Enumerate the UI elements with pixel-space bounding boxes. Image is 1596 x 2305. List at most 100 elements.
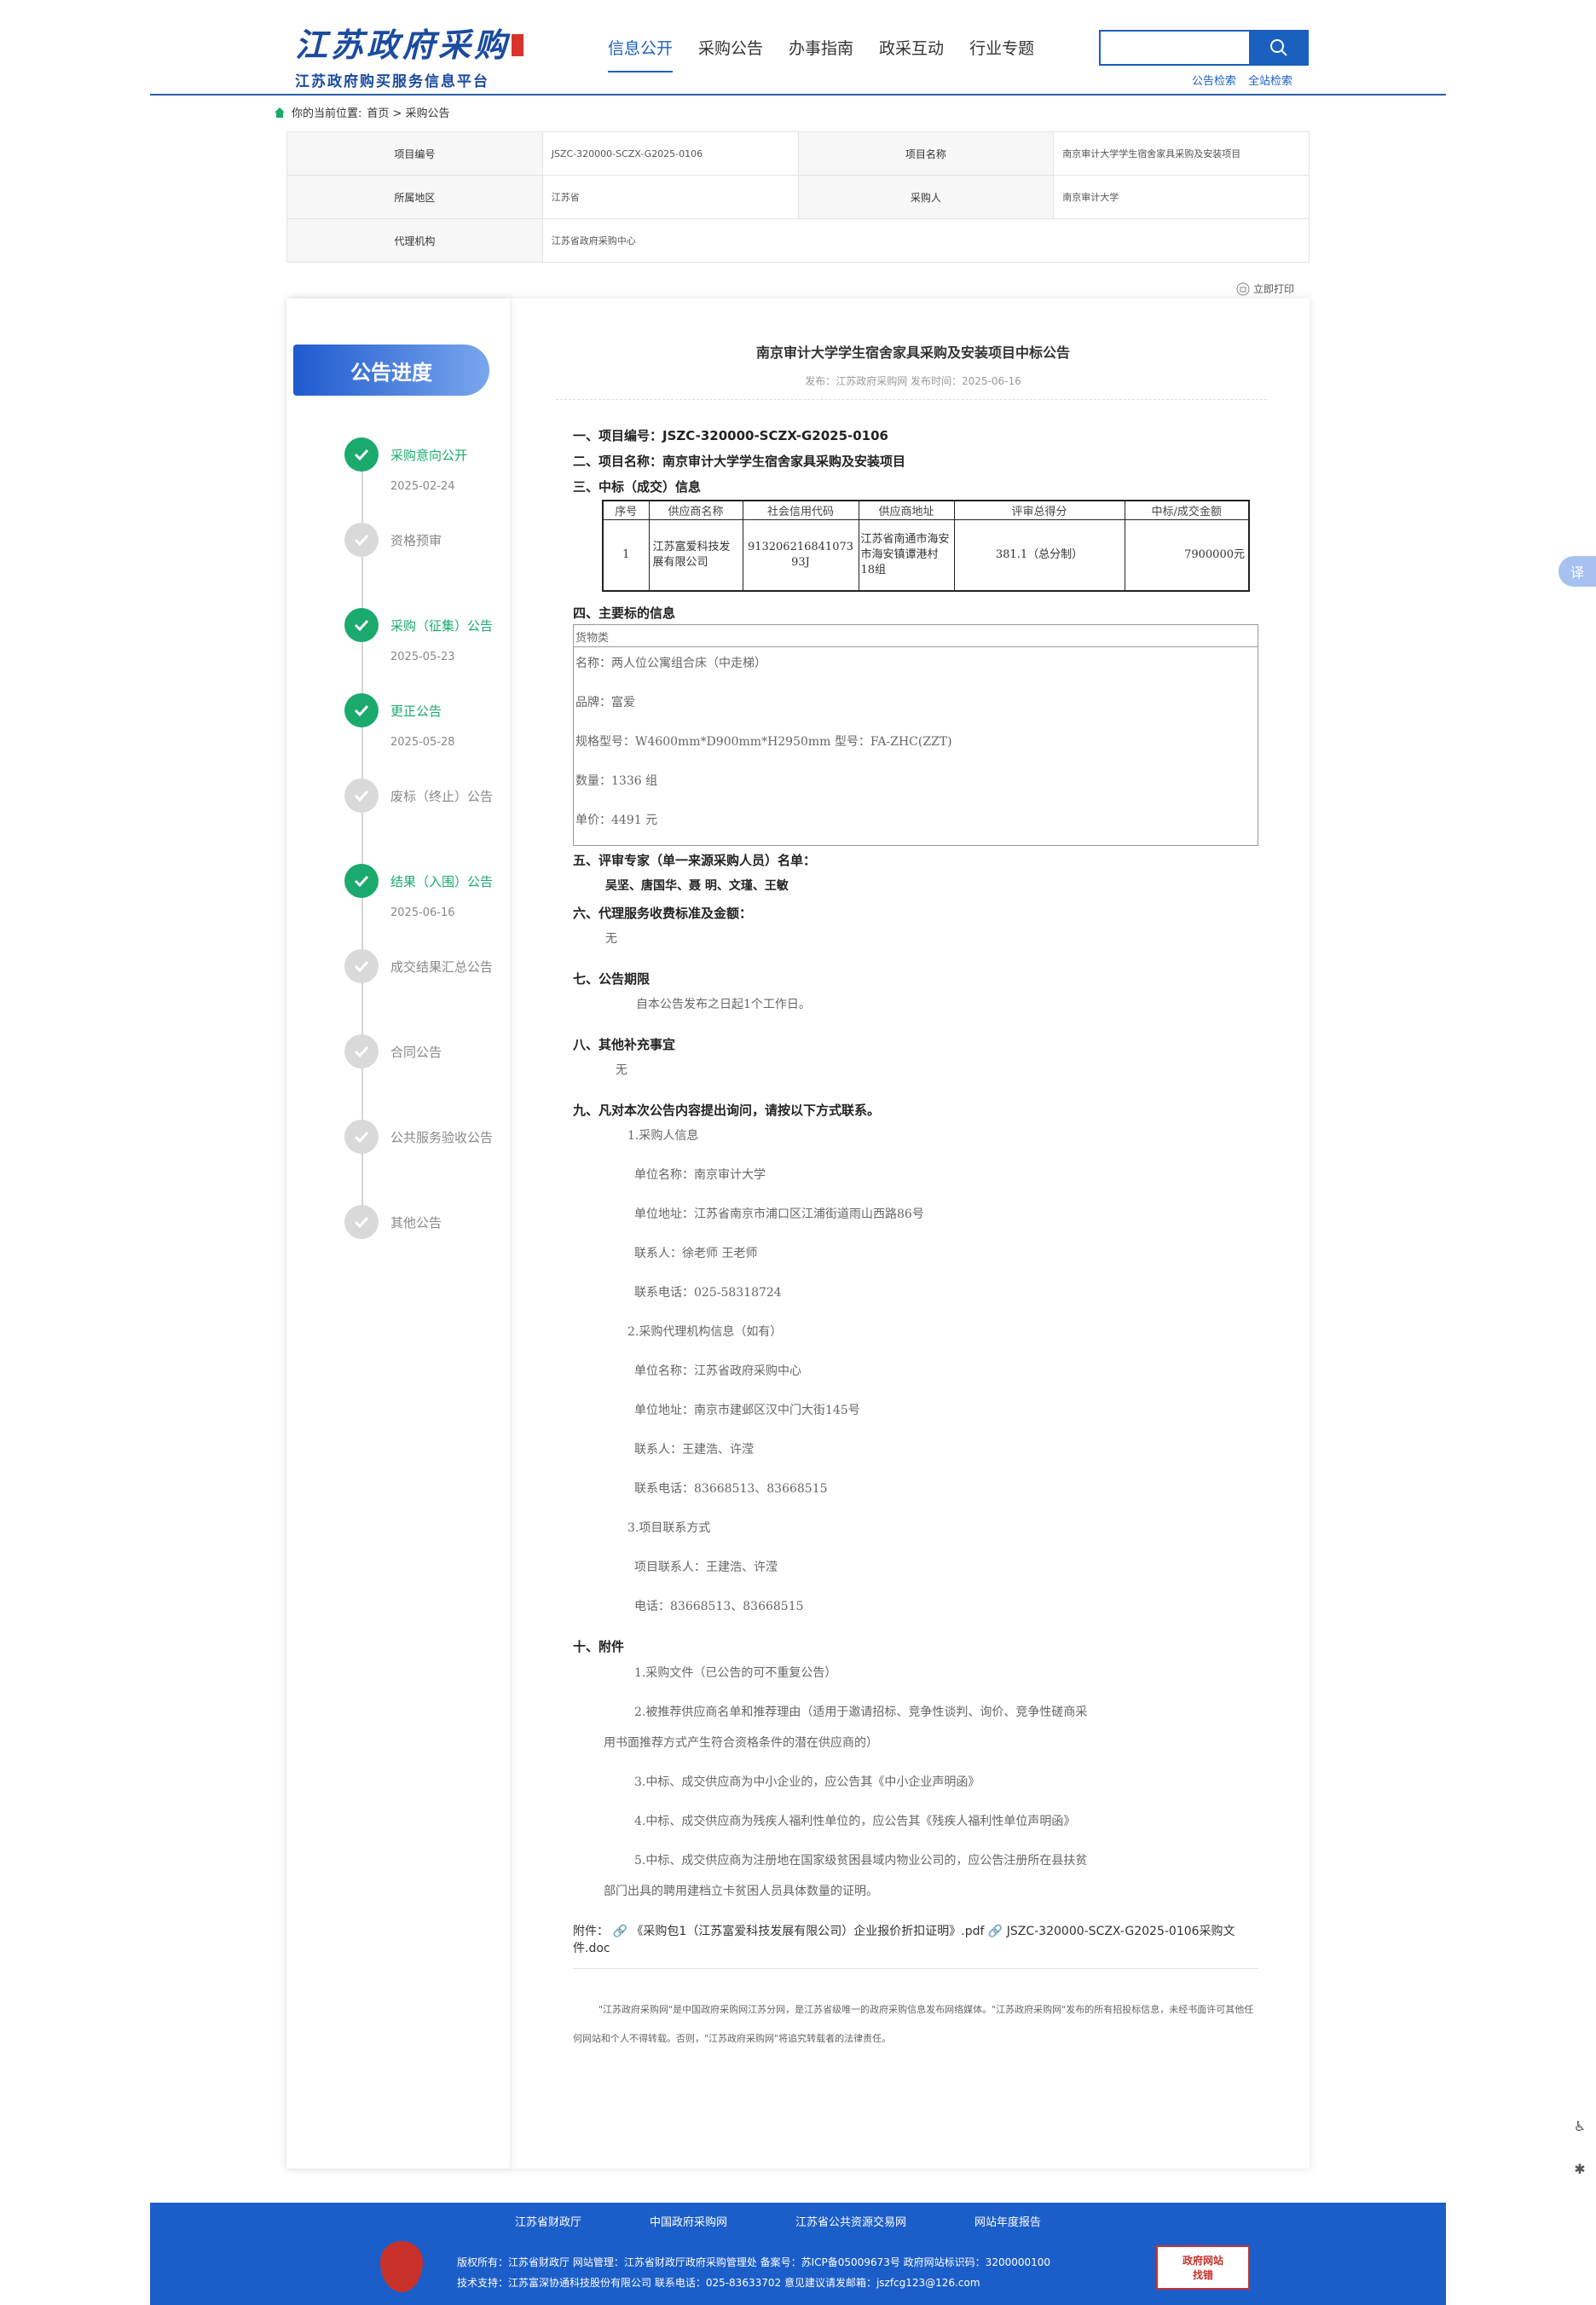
step-label: 合同公告: [390, 1045, 442, 1060]
contact-buyer-heading: 1.采购人信息: [627, 1129, 699, 1143]
paperclip-icon: 🔗: [987, 1925, 1003, 1938]
goods-category: 货物类: [574, 625, 1258, 647]
step-date: 2025-02-24: [390, 480, 455, 493]
announcement-title: 南京审计大学学生宿舍家具采购及安装项目中标公告: [755, 345, 1070, 361]
col-credit-code: 社会信用代码: [742, 500, 859, 520]
party-emblem-icon[interactable]: [380, 2241, 423, 2292]
main-nav: 信息公开 采购公告 办事指南 政采互动 行业专题: [608, 36, 1034, 72]
step-date: 2025-05-28: [390, 736, 455, 749]
col-address: 供应商地址: [858, 500, 955, 520]
region-label: 所属地区: [286, 175, 543, 219]
footer-link-finance[interactable]: 江苏省财政厅: [515, 2213, 581, 2229]
step-label: 资格预审: [390, 533, 442, 548]
footer-info: 版权所有：江苏省财政厅 网站管理：江苏省财政厅政府采购管理处 备案号：苏ICP备…: [457, 2252, 1050, 2293]
buyer-value: 南京审计大学: [1053, 175, 1310, 219]
attach-file-1[interactable]: 《采购包1（江苏富爱科技发展有限公司）企业报价折扣证明》.pdf: [631, 1925, 984, 1938]
accessibility-icon[interactable]: ♿: [1567, 2113, 1593, 2139]
contact-agency-name: 单位名称：江苏省政府采购中心: [634, 1364, 801, 1378]
site-footer: 江苏省财政厅 中国政府采购网 江苏省公共资源交易网 网站年度报告 版权所有：江苏…: [150, 2203, 1446, 2305]
period-value: 自本公告发布之日起1个工作日。: [636, 998, 811, 1011]
logo-main-text: 江苏政府采购: [295, 26, 511, 64]
step-date: 2025-05-23: [390, 651, 455, 663]
buyer-label: 采购人: [797, 175, 1055, 219]
experts-list: 吴坚、唐国华、聂 明、文瑾、王敏: [605, 879, 789, 893]
section-other: 八、其他补充事宜: [573, 1037, 676, 1052]
cell-amount: 7900000元: [1124, 518, 1250, 592]
attachment-links: 附件： 🔗 《采购包1（江苏富爱科技发展有限公司）企业报价折扣证明》.pdf 🔗…: [573, 1923, 1264, 1957]
attach-label: 附件：: [573, 1925, 609, 1938]
footer-link-report[interactable]: 网站年度报告: [974, 2213, 1041, 2229]
site-logo[interactable]: 江苏政府采购 江苏政府购买服务信息平台: [295, 19, 510, 90]
col-amount: 中标/成交金额: [1124, 500, 1250, 520]
cell-supplier: 江苏富爱科技发展有限公司: [648, 518, 743, 592]
translate-tab[interactable]: 译: [1558, 556, 1596, 587]
nav-guide[interactable]: 办事指南: [789, 36, 853, 72]
check-icon: [344, 523, 379, 557]
section-attachments: 十、附件: [573, 1639, 625, 1654]
disclaimer-text: "江苏政府采购网"是中国政府采购网江苏分网，是江苏省级唯一的政府采购信息发布网络…: [573, 2004, 1254, 2044]
logo-sub-text: 江苏政府购买服务信息平台: [295, 73, 489, 90]
notice-search-link[interactable]: 公告检索: [1192, 72, 1236, 88]
check-icon: [344, 437, 379, 472]
share-icon[interactable]: ✱: [1567, 2156, 1593, 2181]
goods-price: 单价：4491 元: [575, 814, 658, 827]
contact-agency-address: 单位地址：南京市建邺区汉中门大街145号: [634, 1404, 860, 1417]
search-input[interactable]: [1099, 30, 1249, 66]
print-label: 立即打印: [1253, 283, 1295, 295]
site-search-link[interactable]: 全站检索: [1248, 72, 1292, 88]
section-win-info: 三、中标（成交）信息: [573, 479, 702, 495]
col-no: 序号: [602, 500, 650, 520]
contact-agency-tel: 联系电话：83668513、83668515: [634, 1482, 828, 1496]
win-info-table: 序号 供应商名称 社会信用代码 供应商地址 评审总得分 中标/成交金额 1 江苏…: [602, 500, 1250, 592]
nav-info-public[interactable]: 信息公开: [608, 36, 674, 72]
footer-line-1: 版权所有：江苏省财政厅 网站管理：江苏省财政厅政府采购管理处 备案号：苏ICP备…: [457, 2256, 1051, 2268]
section-fee: 六、代理服务收费标准及金额：: [573, 906, 753, 921]
goods-box: 货物类 名称：两人位公寓组合床（中走梯） 品牌：富爱 规格型号：W4600mm*…: [573, 624, 1258, 846]
check-icon: [344, 1205, 379, 1239]
step-date: 2025-06-16: [390, 906, 455, 919]
print-button[interactable]: 立即打印: [1236, 281, 1294, 296]
contact-buyer-name: 单位名称：南京审计大学: [634, 1168, 766, 1182]
gov-site-error-badge[interactable]: 政府网站 找错: [1156, 2245, 1250, 2290]
breadcrumb-prefix: 你的当前位置:: [292, 107, 362, 120]
other-value: 无: [616, 1063, 627, 1077]
project-info-table: 项目编号 JSZC-320000-SCZX-G2025-0106 项目名称 南京…: [286, 131, 1310, 263]
att-item-5: 5.中标、成交供应商为注册地在国家级贫困县域内物业公司的，应公告注册所在县扶贫: [634, 1854, 1088, 1868]
nav-topics[interactable]: 行业专题: [969, 36, 1034, 72]
announcement-card: 公告进度 采购意向公开 2025-02-24 资格预审 采购（征集）公告 202…: [286, 298, 1310, 2169]
badge-bottom: 找错: [1192, 2269, 1213, 2281]
section-main-goods: 四、主要标的信息: [573, 605, 676, 621]
att-item-2-cont: 用书面推荐方式产生符合资格条件的潜在供应商的）: [604, 1736, 878, 1750]
contact-buyer-person: 联系人：徐老师 王老师: [634, 1247, 758, 1260]
cell-credit-code: 91320621684107393J: [742, 518, 859, 592]
search-icon: [1270, 39, 1287, 56]
progress-title: 公告进度: [293, 345, 489, 396]
logo-seal-icon: [512, 34, 523, 56]
footer-link-resources[interactable]: 江苏省公共资源交易网: [795, 2213, 906, 2229]
nav-procurement-notice[interactable]: 采购公告: [698, 36, 763, 72]
step-label: 废标（终止）公告: [390, 789, 494, 804]
check-icon: [344, 949, 379, 983]
check-icon: [344, 1120, 379, 1154]
section-period: 七、公告期限: [573, 971, 651, 987]
contact-project-heading: 3.项目联系方式: [627, 1521, 711, 1535]
search-button[interactable]: [1249, 30, 1309, 66]
table-row: 1 江苏富爱科技发展有限公司 91320621684107393J 江苏省南通市…: [602, 518, 1250, 592]
step-label: 成交结果汇总公告: [390, 959, 494, 975]
footer-links: 江苏省财政厅 中国政府采购网 江苏省公共资源交易网 网站年度报告: [515, 2213, 1109, 2229]
goods-brand: 品牌：富爱: [575, 696, 635, 709]
nav-interaction[interactable]: 政采互动: [879, 36, 944, 72]
breadcrumb-path[interactable]: 首页 > 采购公告: [367, 104, 449, 120]
footer-link-ccgp[interactable]: 中国政府采购网: [650, 2213, 727, 2229]
check-icon: [344, 779, 379, 813]
project-no-value: JSZC-320000-SCZX-G2025-0106: [541, 131, 799, 176]
check-icon: [344, 608, 379, 642]
goods-spec: 规格型号：W4600mm*D900mm*H2950mm 型号：FA-ZHC(ZZ…: [575, 735, 952, 749]
project-name-value: 南京审计大学学生宿舍家具采购及安装项目: [1053, 131, 1310, 176]
breadcrumb: 你的当前位置: 首页 > 采购公告: [273, 104, 450, 120]
home-icon: [275, 107, 285, 118]
paperclip-icon: 🔗: [612, 1925, 627, 1938]
section-contact: 九、凡对本次公告内容提出询问，请按以下方式联系。: [573, 1103, 881, 1118]
project-name-label: 项目名称: [797, 131, 1055, 176]
cell-score: 381.1（总分制）: [953, 518, 1125, 592]
